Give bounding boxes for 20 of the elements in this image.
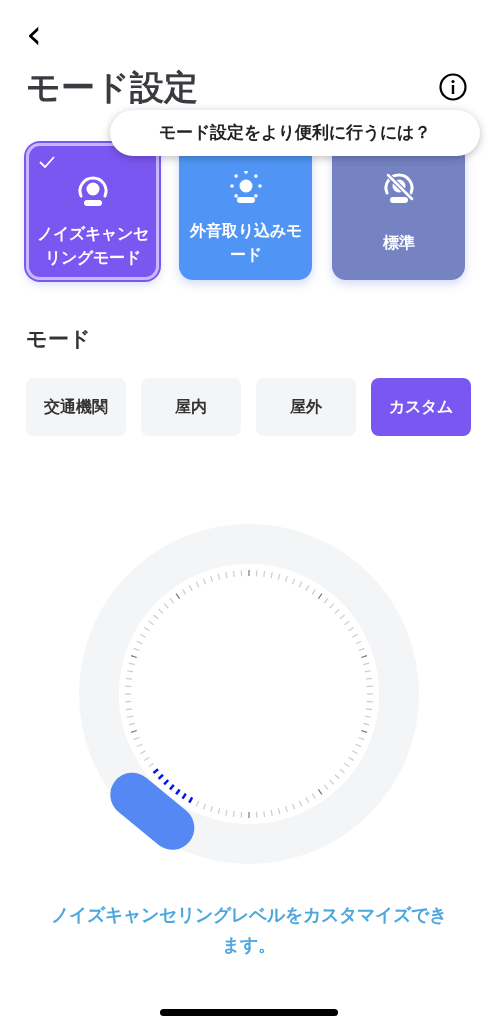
- person-slash-icon: [381, 171, 416, 205]
- caption: ノイズキャンセリングレベルをカスタマイズできます。: [49, 902, 448, 957]
- listening-person-icon: [228, 171, 263, 205]
- back-button[interactable]: ‹: [26, 14, 42, 54]
- mode-tab[interactable]: カスタム: [371, 377, 471, 436]
- mode-tab[interactable]: 交通機関: [26, 377, 126, 436]
- mode-label: 標準: [382, 232, 415, 254]
- mode-card[interactable]: ノイズキャンセリングモード: [26, 143, 159, 280]
- check-icon: [39, 156, 55, 168]
- section-heading: モード: [25, 326, 92, 353]
- page-title: モード設定: [26, 67, 198, 107]
- mode-label: 外音取り込みモード: [188, 220, 303, 266]
- info-icon[interactable]: [438, 72, 468, 102]
- dial-knob[interactable]: [109, 772, 194, 850]
- mode-tab[interactable]: 屋外: [256, 377, 356, 436]
- tooltip: モード設定をより便利に行うには？: [110, 110, 480, 156]
- person-shield-icon: [75, 174, 110, 208]
- mode-tab[interactable]: 屋内: [141, 377, 241, 436]
- mode-label: ノイズキャンセリングモード: [35, 223, 150, 269]
- noise-level-dial[interactable]: [78, 523, 419, 864]
